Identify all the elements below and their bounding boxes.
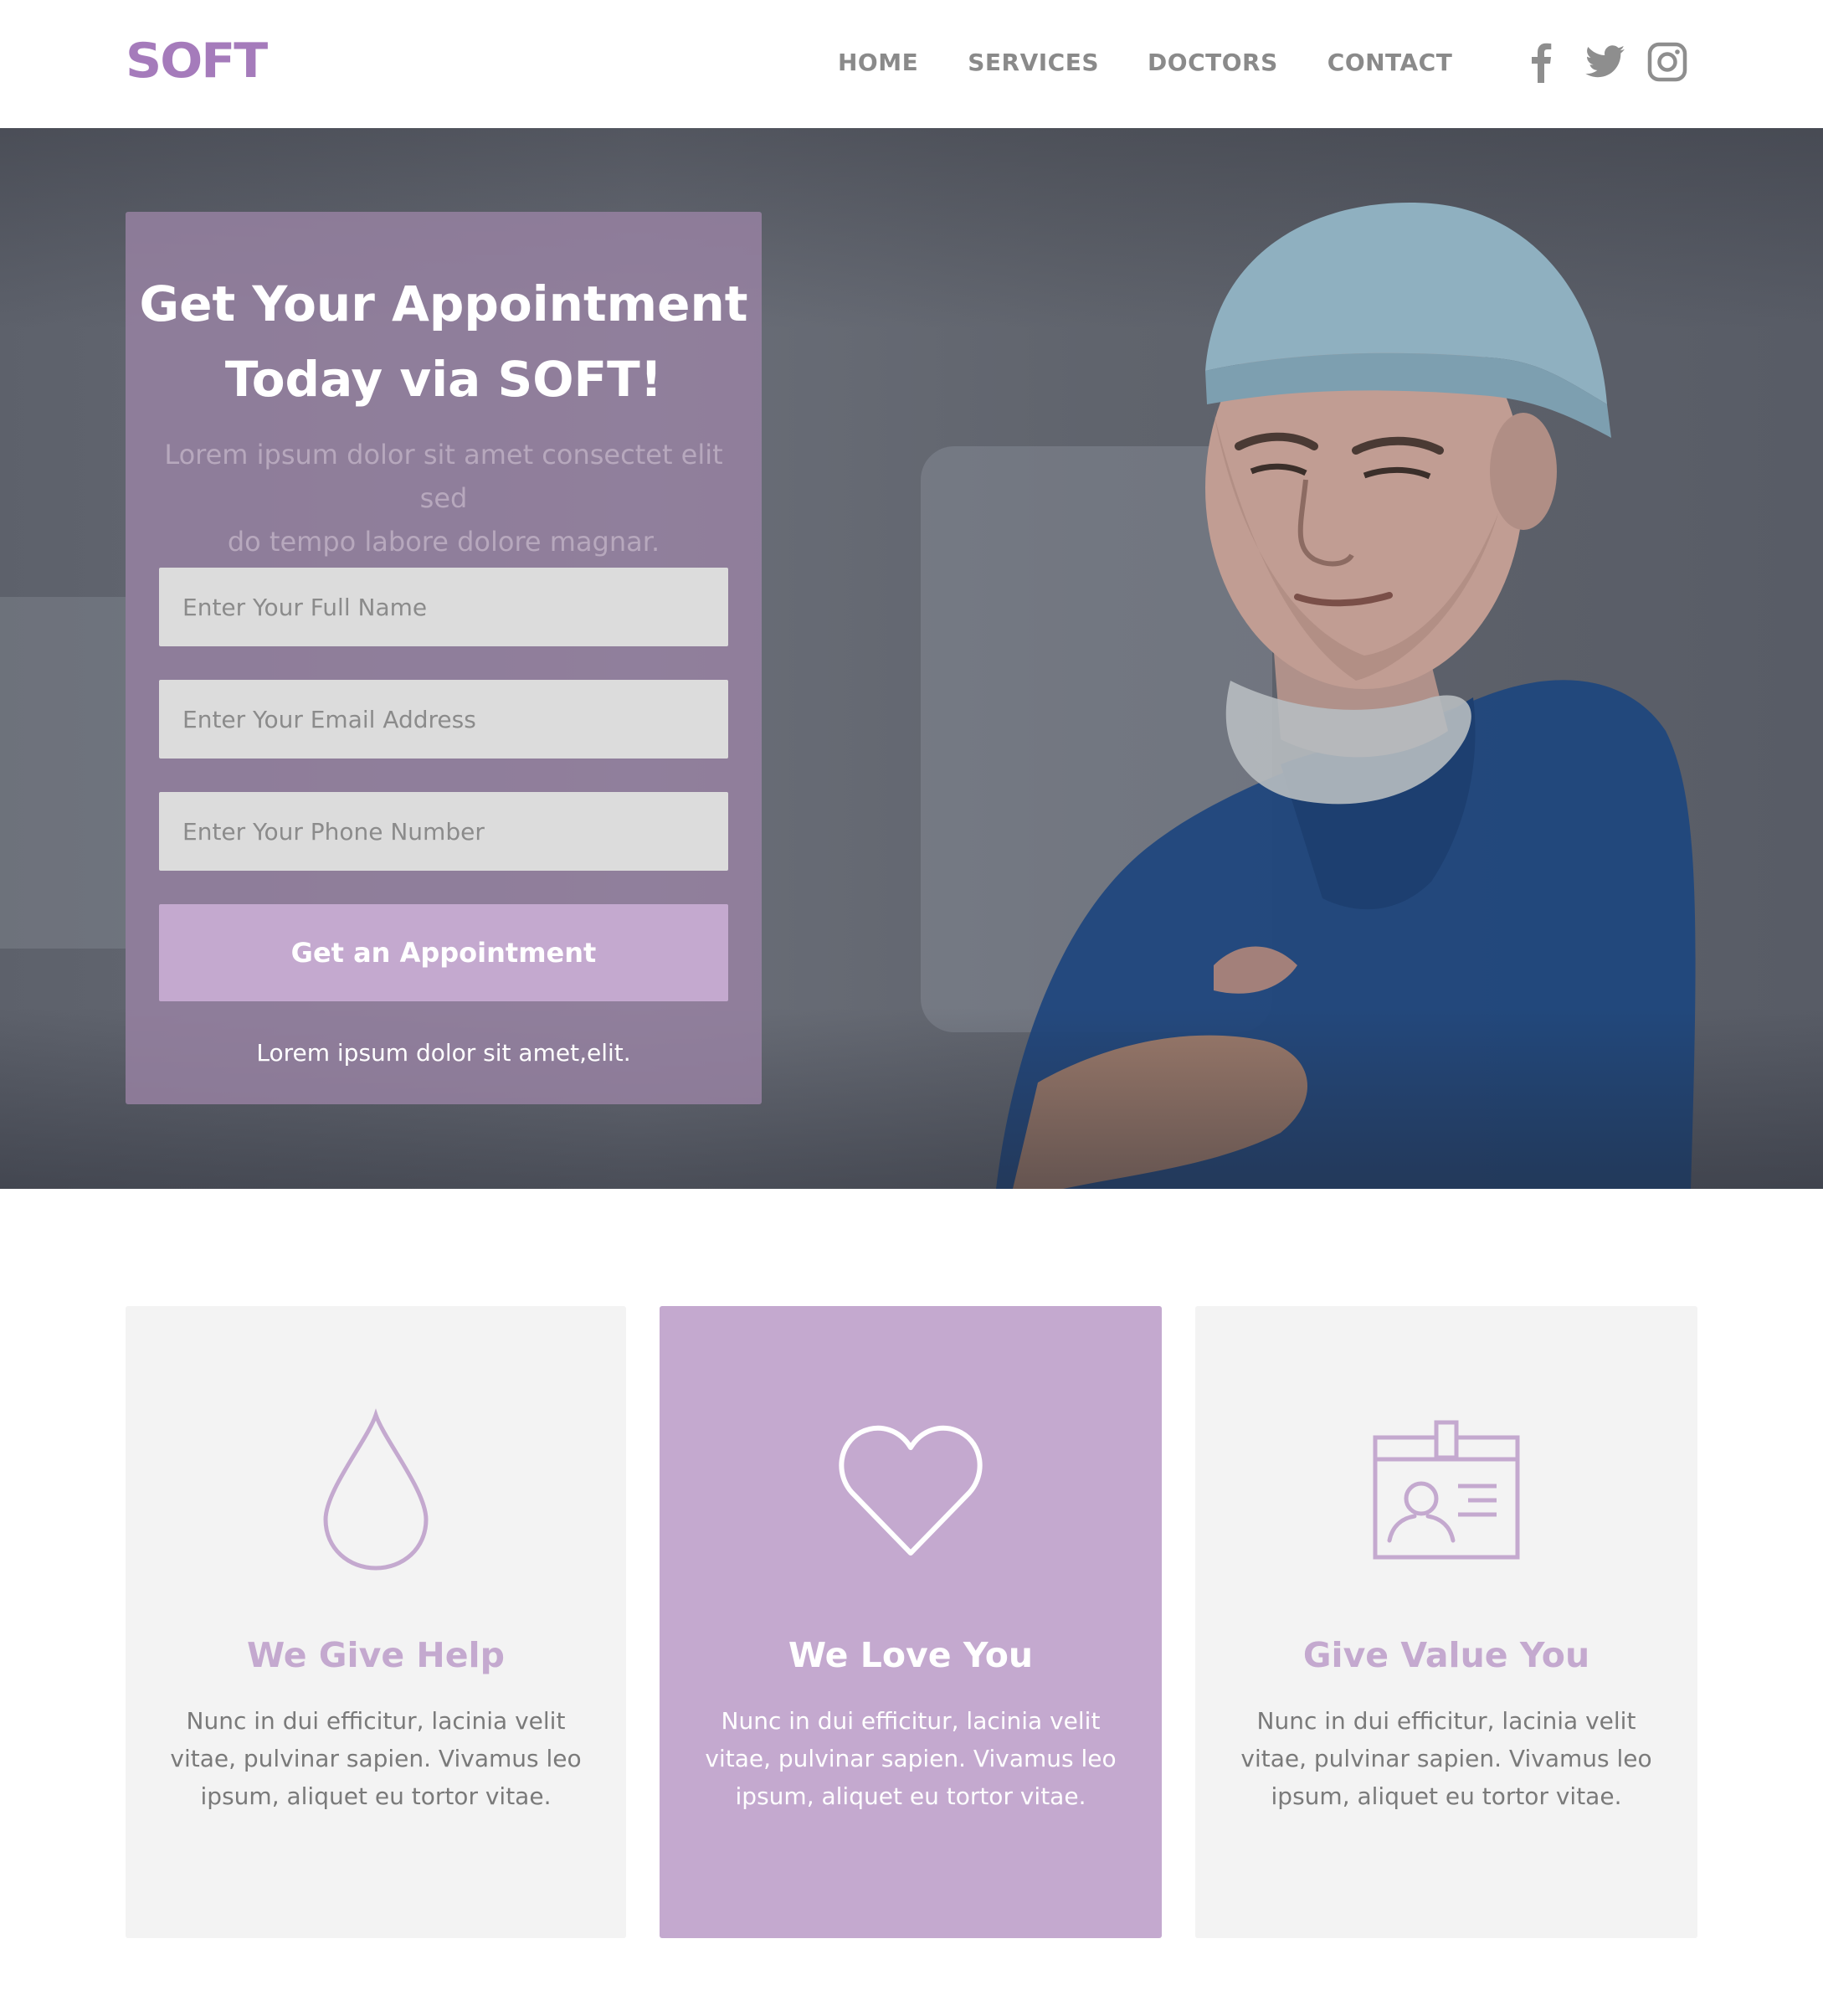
feature-text: Nunc in dui efficitur, lacinia velit vit… [1240, 1707, 1652, 1810]
appointment-form-card: Get Your Appointment Today via SOFT! Lor… [126, 212, 762, 1104]
email-input[interactable] [159, 680, 728, 759]
main-nav: HOME SERVICES DOCTORS CONTACT [838, 49, 1452, 76]
form-title-line-1: Get Your Appointment [139, 275, 748, 332]
drop-icon [126, 1407, 626, 1574]
feature-title: We Give Help [247, 1635, 505, 1675]
feature-card-help: We Give Help Nunc in dui efficitur, laci… [126, 1306, 626, 1938]
form-note: Lorem ipsum dolor sit amet,elit. [256, 1039, 631, 1067]
logo[interactable]: SOFT [126, 33, 268, 90]
full-name-input[interactable] [159, 568, 728, 646]
heart-icon [660, 1407, 1162, 1574]
hero-background-left [0, 597, 126, 949]
feature-text: Nunc in dui efficitur, lacinia velit vit… [170, 1707, 582, 1810]
feature-title: Give Value You [1302, 1635, 1590, 1675]
form-subtitle: Lorem ipsum dolor sit amet consectet eli… [151, 433, 737, 563]
form-title-line-2: Today via SOFT! [224, 351, 663, 408]
form-subtitle-line-2: do tempo labore dolore magnar. [227, 526, 660, 558]
facebook-icon[interactable] [1519, 40, 1563, 84]
site-header: SOFT HOME SERVICES DOCTORS CONTACT [0, 0, 1823, 128]
hero-section: Get Your Appointment Today via SOFT! Lor… [0, 128, 1823, 1189]
feature-title: We Love You [788, 1635, 1034, 1675]
nav-home[interactable]: HOME [838, 49, 918, 76]
id-badge-icon [1195, 1407, 1697, 1574]
nav-services[interactable]: SERVICES [968, 49, 1099, 76]
feature-card-value: Give Value You Nunc in dui efficitur, la… [1195, 1306, 1697, 1938]
phone-input[interactable] [159, 792, 728, 871]
nav-doctors[interactable]: DOCTORS [1148, 49, 1278, 76]
get-appointment-button[interactable]: Get an Appointment [159, 904, 728, 1001]
form-title: Get Your Appointment Today via SOFT! [126, 266, 762, 417]
twitter-icon[interactable] [1584, 40, 1627, 84]
nav-contact[interactable]: CONTACT [1327, 49, 1453, 76]
feature-text: Nunc in dui efficitur, lacinia velit vit… [705, 1707, 1117, 1810]
instagram-icon[interactable] [1646, 40, 1689, 84]
form-subtitle-line-1: Lorem ipsum dolor sit amet consectet eli… [164, 439, 723, 514]
social-links [1519, 40, 1689, 84]
feature-card-love: We Love You Nunc in dui efficitur, lacin… [660, 1306, 1162, 1938]
